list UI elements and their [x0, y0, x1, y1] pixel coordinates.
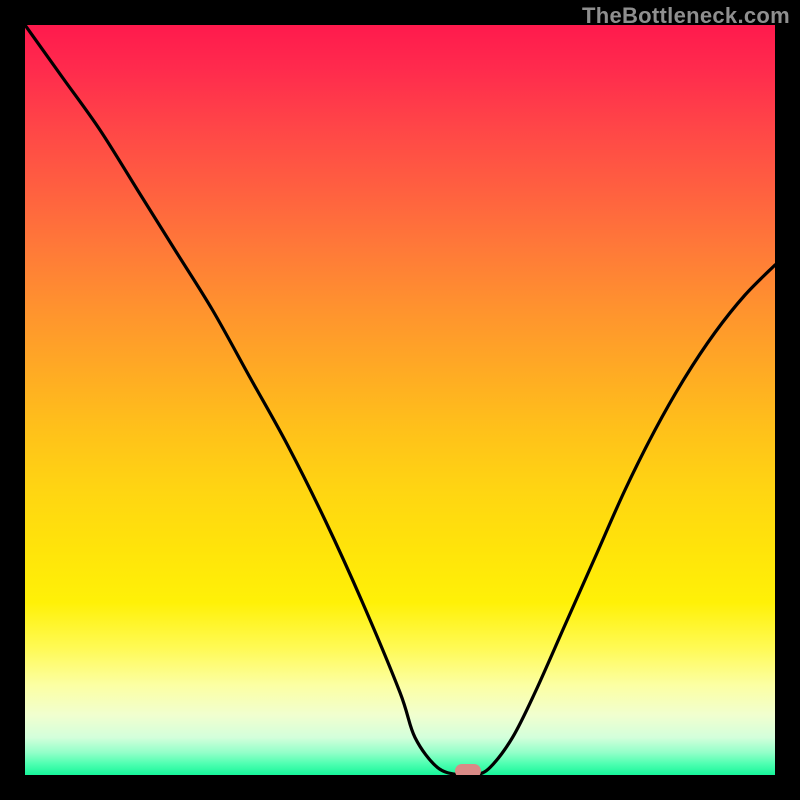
- chart-frame: TheBottleneck.com: [0, 0, 800, 800]
- plot-area: [25, 25, 775, 775]
- bottleneck-curve-path: [25, 25, 775, 775]
- curve-svg: [25, 25, 775, 775]
- optimum-marker: [455, 764, 481, 775]
